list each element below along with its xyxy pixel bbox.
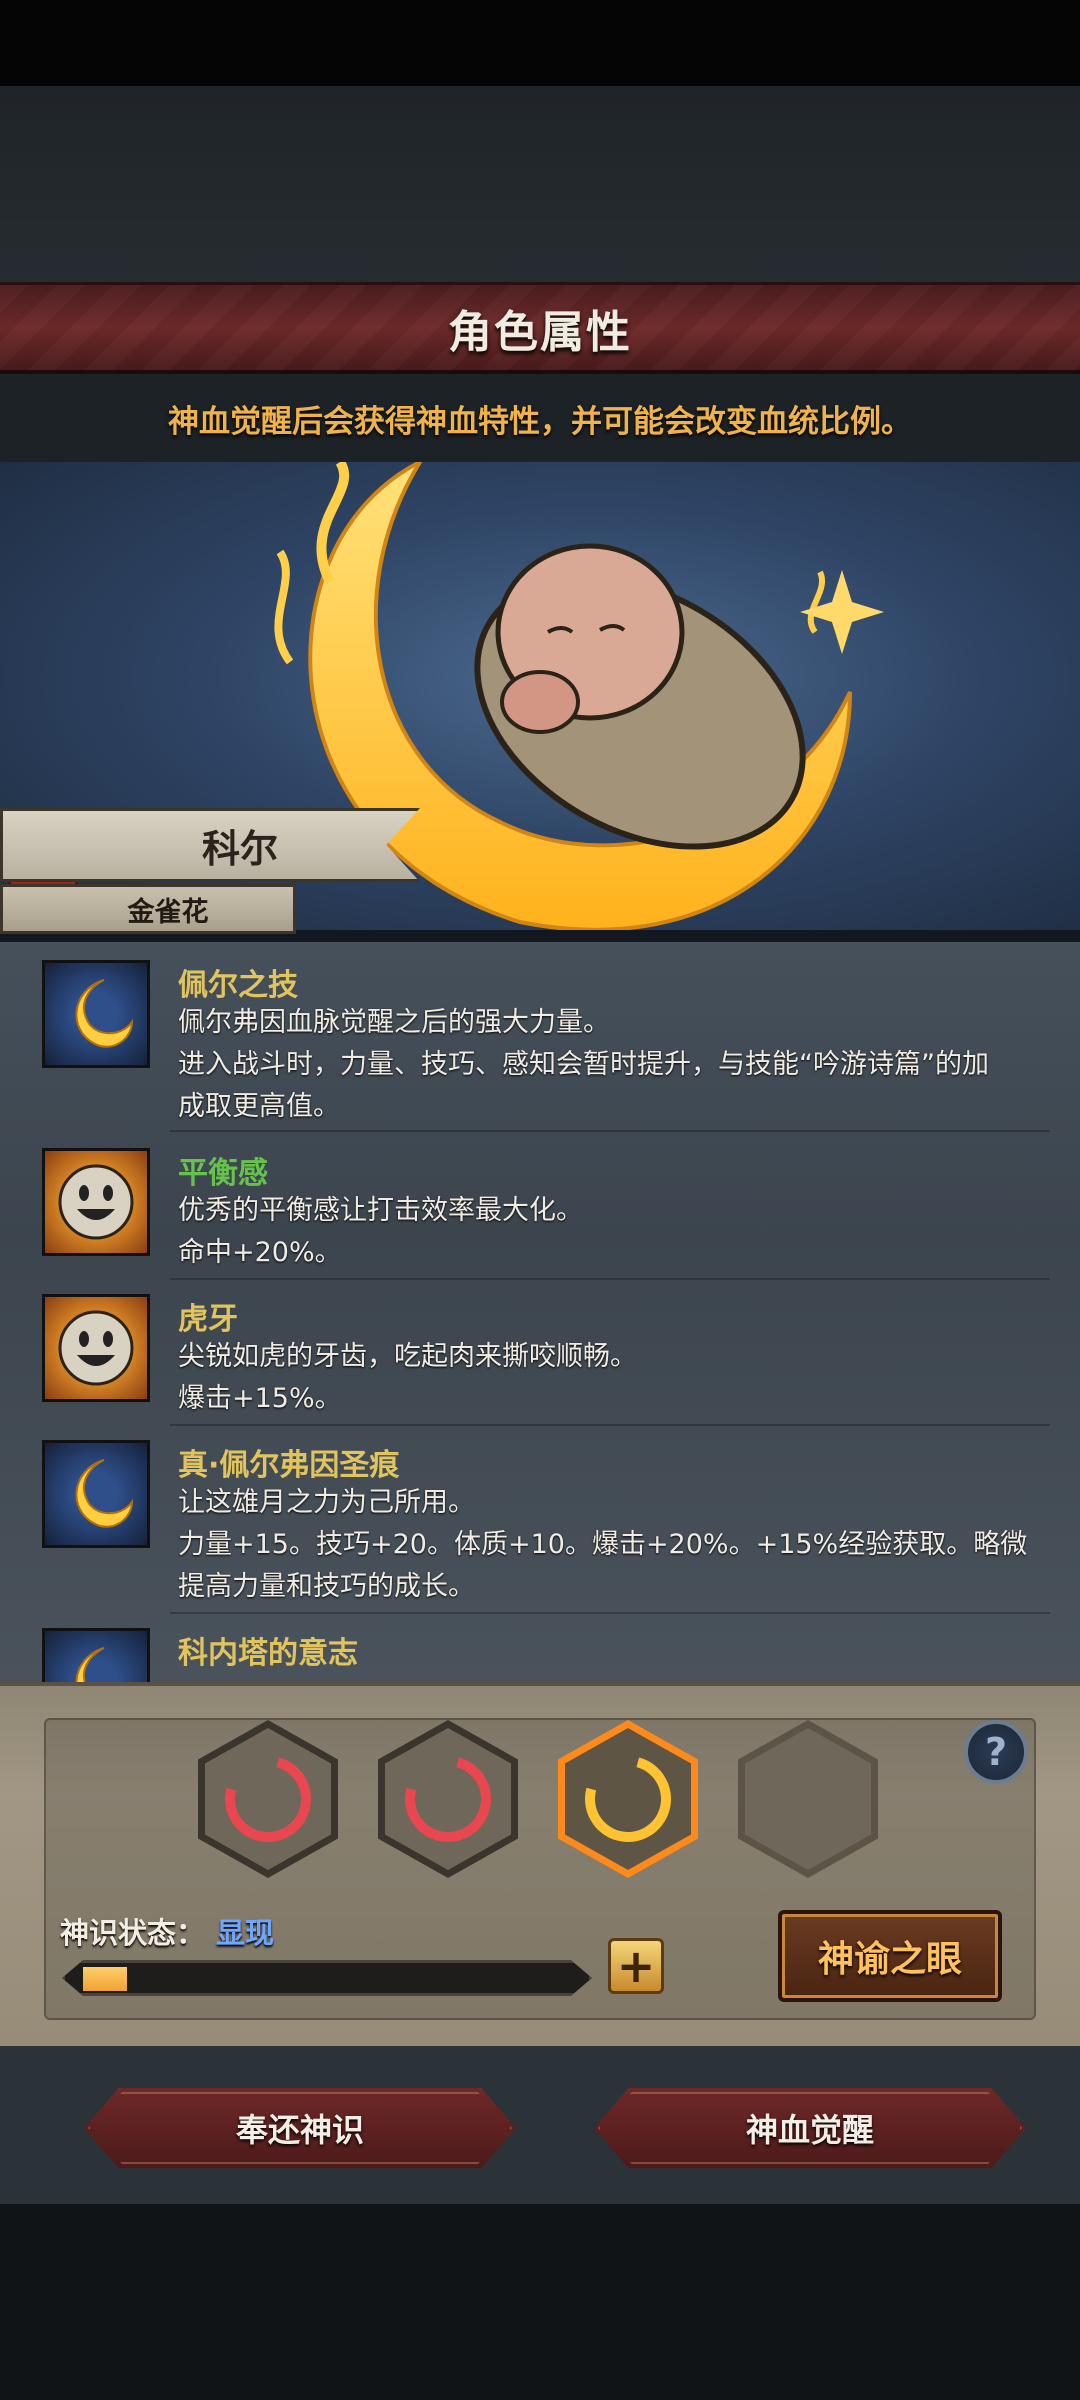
skill-name: 虎牙 [178,1302,238,1337]
skill-description: 佩尔弗因血脉觉醒之后的强大力量。 进入战斗时，力量、技巧、感知会暂时提升，与技能… [178,1007,989,1122]
character-subtitle: 金雀花 [127,896,209,928]
return-divine-sense-button[interactable]: 奉还神识 [84,2088,516,2168]
footer-background [0,2204,1080,2400]
smiling-face-icon [42,1148,150,1256]
skill-name: 佩尔之技 [178,968,298,1003]
crescent-moon-icon [42,1440,150,1548]
progress-fill [83,1967,127,1991]
divider [170,1612,1050,1614]
crescent-moon-icon [42,960,150,1068]
name-plate: 科尔 [0,808,420,882]
info-text: 神血觉醒后会获得神血特性，并可能会改变血统比例。 [168,403,912,440]
status-label: 神识状态： [60,1916,206,1950]
sub-plate: 金雀花 [0,884,296,934]
skill-name: 平衡感 [178,1156,268,1191]
title-banner: 角色属性 [0,282,1080,374]
info-strip: 神血觉醒后会获得神血特性，并可能会改变血统比例。 [0,374,1080,462]
return-label: 奉还神识 [235,2111,364,2149]
divider [170,1130,1050,1132]
add-button[interactable]: + [608,1938,664,1994]
gold-crescent-icon [569,1740,687,1858]
smiling-face-icon [42,1294,150,1402]
crescent-moon-icon [42,1628,150,1682]
red-crescent-icon [389,1740,507,1858]
oracle-eye-button[interactable]: 神谕之眼 [778,1910,1002,2002]
oracle-eye-label: 神谕之眼 [817,1939,962,1980]
status-bar [0,0,1080,86]
skill-description: 让这雄月之力为己所用。 力量+15。技巧+20。体质+10。爆击+20%。+15… [178,1487,1028,1602]
awaken-label: 神血觉醒 [745,2111,874,2149]
skill-name: 科内塔的意志 [178,1636,358,1671]
skill-description: 优秀的平衡感让打击效率最大化。 命中+20%。 [178,1195,583,1268]
help-button[interactable]: ? [964,1720,1028,1784]
progress-bar [62,1960,592,1996]
page-title: 角色属性 [448,306,632,358]
skills-list[interactable]: 佩尔之技 佩尔弗因血脉觉醒之后的强大力量。 进入战斗时，力量、技巧、感知会暂时提… [0,942,1080,1682]
divider [170,1424,1050,1426]
status-value: 显现 [216,1916,275,1950]
star-sparkle [800,570,884,654]
divine-blood-awaken-button[interactable]: 神血觉醒 [594,2088,1026,2168]
skill-name: 真·佩尔弗因圣痕 [178,1448,400,1483]
skill-description: 尖锐如虎的牙齿，吃起肉来撕咬顺畅。 爆击+15%。 [178,1341,637,1414]
red-crescent-icon [209,1740,327,1858]
divider [170,1278,1050,1280]
dimmed-background [0,86,1080,286]
character-name: 科尔 [201,826,278,871]
